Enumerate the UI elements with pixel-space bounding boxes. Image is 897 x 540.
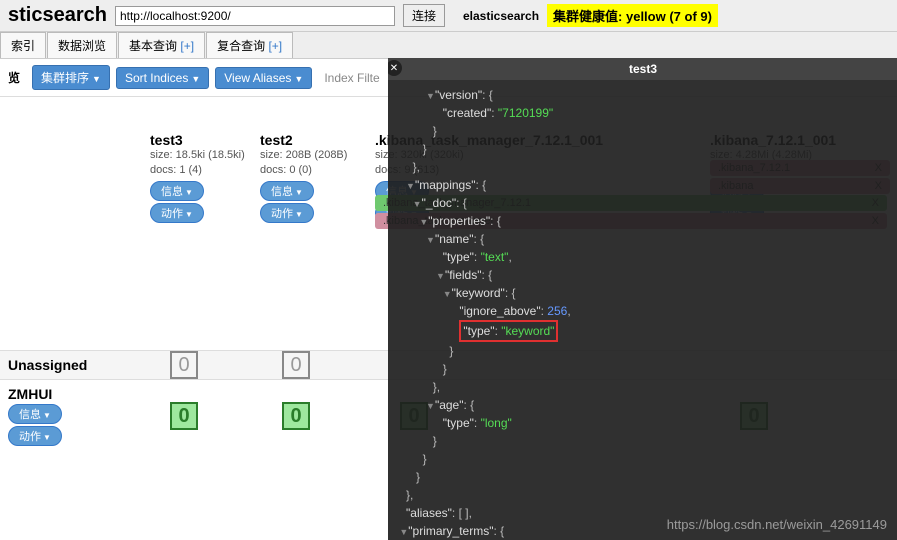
- sort-cluster-button[interactable]: 集群排序▼: [32, 65, 110, 90]
- info-button[interactable]: 信息▼: [8, 404, 62, 424]
- tab-indices[interactable]: 索引: [0, 32, 46, 58]
- chevron-down-icon: ▼: [92, 74, 101, 84]
- action-button[interactable]: 动作▼: [260, 203, 314, 223]
- tab-browse[interactable]: 数据浏览: [47, 32, 117, 58]
- node-unassigned: Unassigned: [8, 357, 143, 373]
- json-overlay: ✕ test3 ▼"version": { "created": "712019…: [388, 58, 897, 540]
- chevron-down-icon: ▼: [294, 74, 303, 84]
- info-button[interactable]: 信息▼: [260, 181, 314, 201]
- highlighted-type: "type": "keyword": [459, 320, 558, 342]
- tab-compound-query[interactable]: 复合查询 [+]: [206, 32, 293, 58]
- overview-label: 览: [8, 69, 20, 86]
- chevron-down-icon: ▼: [191, 74, 200, 84]
- shard-box[interactable]: 0: [170, 351, 198, 379]
- action-button[interactable]: 动作▼: [150, 203, 204, 223]
- action-button[interactable]: 动作▼: [8, 426, 62, 446]
- cluster-url-input[interactable]: [115, 6, 395, 26]
- index-filter-label: Index Filte: [324, 71, 379, 85]
- overlay-title: test3: [629, 62, 657, 76]
- app-logo: sticsearch: [8, 4, 107, 27]
- shard-box-primary[interactable]: 0: [282, 402, 310, 430]
- tab-basic-query[interactable]: 基本查询 [+]: [118, 32, 205, 58]
- shard-box-primary[interactable]: 0: [170, 402, 198, 430]
- node-name: ZMHUI: [8, 386, 143, 402]
- info-button[interactable]: 信息▼: [150, 181, 204, 201]
- view-aliases-button[interactable]: View Aliases▼: [215, 67, 312, 89]
- connect-button[interactable]: 连接: [403, 4, 445, 27]
- json-tree[interactable]: ▼"version": { "created": "7120199" } } }…: [388, 80, 897, 540]
- sort-indices-button[interactable]: Sort Indices▼: [116, 67, 209, 89]
- shard-box[interactable]: 0: [282, 351, 310, 379]
- tab-bar: 索引 数据浏览 基本查询 [+] 复合查询 [+]: [0, 32, 897, 59]
- header-bar: sticsearch 连接 elasticsearch 集群健康值: yello…: [0, 0, 897, 32]
- cluster-health-badge: 集群健康值: yellow (7 of 9): [547, 4, 718, 27]
- watermark: https://blog.csdn.net/weixin_42691149: [667, 517, 887, 532]
- cluster-name: elasticsearch: [463, 9, 539, 23]
